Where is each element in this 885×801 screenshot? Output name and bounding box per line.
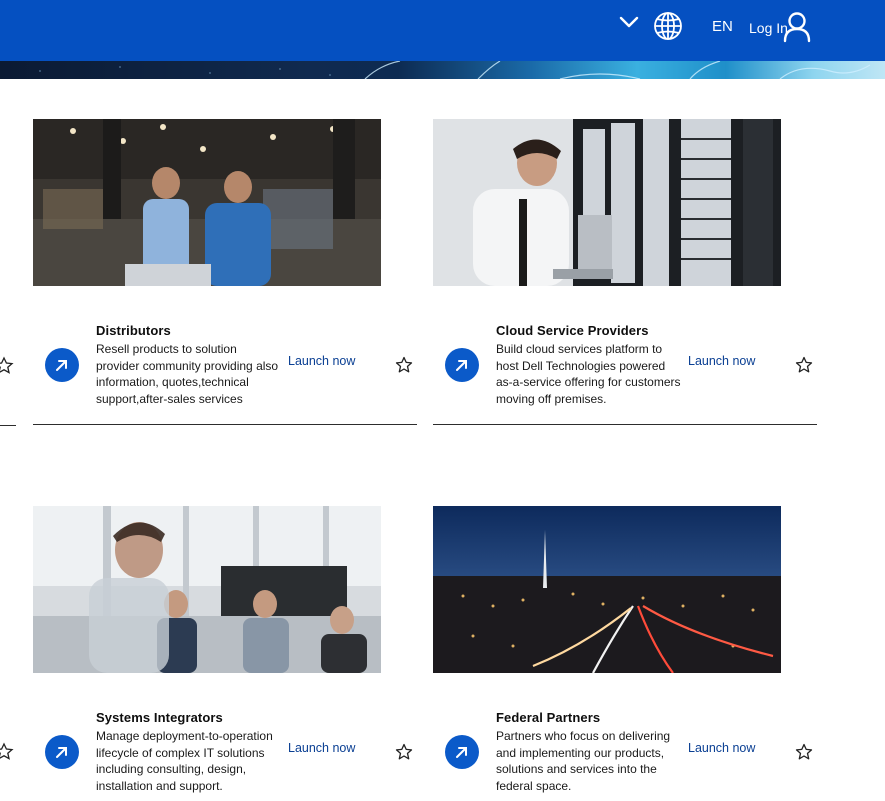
arrow-up-right-icon <box>456 360 467 371</box>
card-description: Build cloud services platform to host De… <box>496 342 681 406</box>
arrow-up-right-icon <box>56 360 67 371</box>
hero-banner-strip <box>0 61 885 79</box>
card-divider <box>0 425 16 426</box>
open-arrow-button[interactable] <box>45 348 79 382</box>
card-divider <box>33 424 417 425</box>
favorite-star-icon[interactable] <box>795 743 813 761</box>
card-divider <box>433 424 817 425</box>
open-arrow-button[interactable] <box>445 348 479 382</box>
launch-now-link[interactable]: Launch now <box>288 354 355 368</box>
open-arrow-button[interactable] <box>45 735 79 769</box>
card-description: Resell products to solution provider com… <box>96 342 279 406</box>
card-systems-integrators: Systems Integrators Manage deployment-to… <box>33 506 417 801</box>
arrow-up-right-icon <box>56 747 67 758</box>
favorite-star-icon[interactable] <box>795 356 813 374</box>
card-title: Distributors <box>96 323 171 338</box>
launch-now-link[interactable]: Launch now <box>688 354 755 368</box>
top-navigation-bar: EN Log In <box>0 0 885 61</box>
language-selector[interactable]: EN <box>712 18 733 35</box>
card-federal-partners: Federal Partners Partners who focus on d… <box>433 506 817 801</box>
favorite-star-icon[interactable] <box>395 743 413 761</box>
favorite-star-icon[interactable] <box>0 742 16 760</box>
user-icon[interactable] <box>782 11 812 43</box>
launch-now-link[interactable]: Launch now <box>688 741 755 755</box>
banner-decoration <box>39 61 871 79</box>
card-description: Manage deployment-to-operation lifecycle… <box>96 729 273 793</box>
card-title: Federal Partners <box>496 710 601 725</box>
favorite-star-icon[interactable] <box>0 356 16 374</box>
card-distributors: Distributors Resell products to solution… <box>33 119 417 429</box>
open-arrow-button[interactable] <box>445 735 479 769</box>
card-image-office-meeting <box>33 506 381 673</box>
card-cloud-service-providers: Cloud Service Providers Build cloud serv… <box>433 119 817 429</box>
card-description: Partners who focus on delivering and imp… <box>496 729 671 793</box>
arrow-up-right-icon <box>456 747 467 758</box>
card-image-warehouse <box>33 119 381 286</box>
card-title: Cloud Service Providers <box>496 323 649 338</box>
favorite-star-icon[interactable] <box>395 356 413 374</box>
card-image-city-night <box>433 506 781 673</box>
chevron-down-icon[interactable] <box>618 14 640 30</box>
launch-now-link[interactable]: Launch now <box>288 741 355 755</box>
globe-icon[interactable] <box>652 10 684 42</box>
card-image-datacenter <box>433 119 781 286</box>
card-title: Systems Integrators <box>96 710 223 725</box>
